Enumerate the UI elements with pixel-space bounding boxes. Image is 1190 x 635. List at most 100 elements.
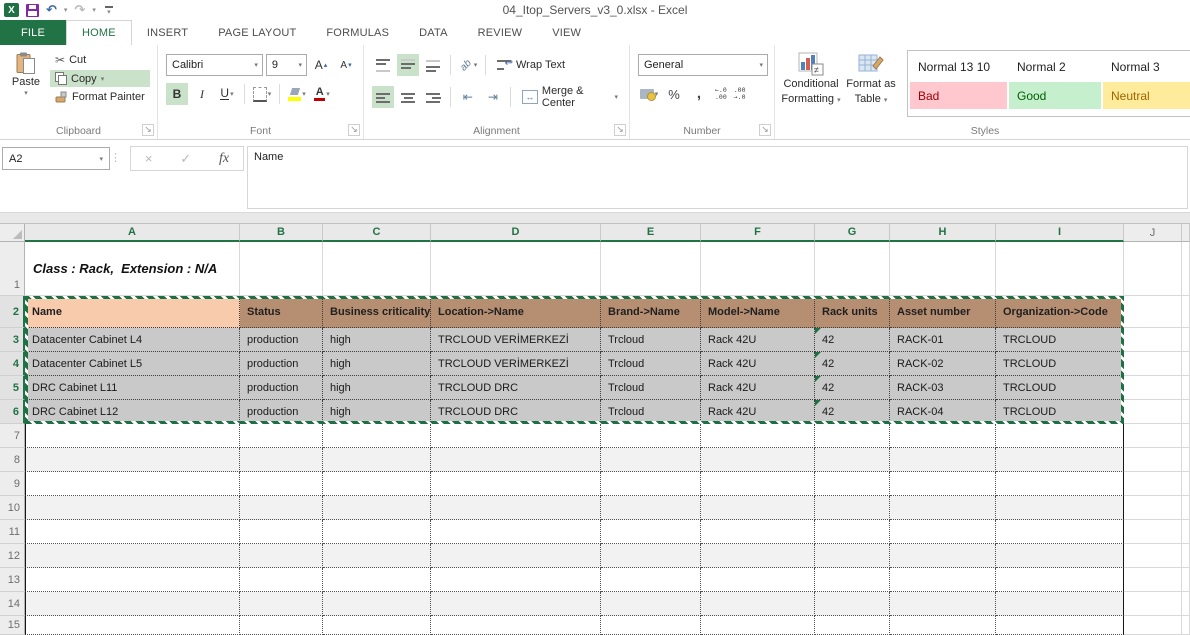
cell-F5[interactable]: Rack 42U <box>701 376 815 400</box>
cell-C5[interactable]: high <box>323 376 431 400</box>
cell-D13[interactable] <box>431 568 601 592</box>
cell-C14[interactable] <box>323 592 431 616</box>
wrap-text-button[interactable]: ↩ Wrap Text <box>492 57 570 73</box>
cell-I6[interactable]: TRCLOUD <box>996 400 1124 424</box>
cell-G6[interactable]: 42 <box>815 400 890 424</box>
cell-A13[interactable] <box>25 568 240 592</box>
row-header-6[interactable]: 6 <box>0 400 25 424</box>
cell-F14[interactable] <box>701 592 815 616</box>
cell-E1[interactable] <box>601 242 701 296</box>
cell-J6[interactable] <box>1124 400 1182 424</box>
cell-H4[interactable]: RACK-02 <box>890 352 996 376</box>
row-header-7[interactable]: 7 <box>0 424 25 448</box>
cell-B8[interactable] <box>240 448 323 472</box>
cell-J3[interactable] <box>1124 328 1182 352</box>
top-align-button[interactable] <box>372 54 394 76</box>
paste-button[interactable]: Paste ▾ <box>4 49 48 105</box>
column-header-B[interactable]: B <box>240 224 323 242</box>
row-header-1[interactable]: 1 <box>0 242 25 296</box>
cell-E14[interactable] <box>601 592 701 616</box>
clipboard-dialog-launcher-icon[interactable]: ↘ <box>142 124 154 136</box>
cell-E8[interactable] <box>601 448 701 472</box>
cell-A6[interactable]: DRC Cabinet L12 <box>25 400 240 424</box>
cancel-icon[interactable]: × <box>145 151 153 166</box>
cell-A1-class-title[interactable]: Class : Rack, Extension : N/A <box>25 242 240 296</box>
column-header-J[interactable]: J <box>1124 224 1182 242</box>
tab-file[interactable]: FILE <box>0 20 67 45</box>
cell-H5[interactable]: RACK-03 <box>890 376 996 400</box>
cell-A4[interactable]: Datacenter Cabinet L5 <box>25 352 240 376</box>
cell-F6[interactable]: Rack 42U <box>701 400 815 424</box>
tab-page-layout[interactable]: PAGE LAYOUT <box>203 20 311 45</box>
header-cell-H2[interactable]: Asset number <box>890 296 996 328</box>
cell-J5[interactable] <box>1124 376 1182 400</box>
row-header-8[interactable]: 8 <box>0 448 25 472</box>
cell-I4[interactable]: TRCLOUD <box>996 352 1124 376</box>
cell-E11[interactable] <box>601 520 701 544</box>
formula-bar-input[interactable]: Name <box>247 146 1188 209</box>
conditional-formatting-button[interactable]: ≠ Conditional Formatting ▾ <box>781 50 841 117</box>
cell-I14[interactable] <box>996 592 1124 616</box>
cell-D15[interactable] <box>431 616 601 635</box>
fill-color-button[interactable]: ▾ <box>286 83 308 105</box>
cell-A12[interactable] <box>25 544 240 568</box>
grow-font-button[interactable]: A ▴ <box>310 54 332 76</box>
cell-H8[interactable] <box>890 448 996 472</box>
increase-decimal-button[interactable]: ←.0 .00 <box>713 85 729 103</box>
cell-A11[interactable] <box>25 520 240 544</box>
enter-icon[interactable]: ✓ <box>180 151 191 167</box>
cell-H12[interactable] <box>890 544 996 568</box>
cell-A8[interactable] <box>25 448 240 472</box>
style-gallery-item[interactable]: Bad <box>910 82 1007 109</box>
cell-I10[interactable] <box>996 496 1124 520</box>
cell-H11[interactable] <box>890 520 996 544</box>
style-gallery-item[interactable]: Normal 2 <box>1009 53 1101 80</box>
tab-data[interactable]: DATA <box>404 20 463 45</box>
cell-H15[interactable] <box>890 616 996 635</box>
row-header-3[interactable]: 3 <box>0 328 25 352</box>
cell-J1[interactable] <box>1124 242 1182 296</box>
bottom-align-button[interactable] <box>422 54 444 76</box>
cell-I9[interactable] <box>996 472 1124 496</box>
cell-F10[interactable] <box>701 496 815 520</box>
cell-J11[interactable] <box>1124 520 1182 544</box>
number-format-select[interactable]: General ▾ <box>638 54 768 76</box>
cell-E5[interactable]: Trcloud <box>601 376 701 400</box>
cell-G5[interactable]: 42 <box>815 376 890 400</box>
paste-dropdown-icon[interactable]: ▾ <box>24 89 28 97</box>
tab-insert[interactable]: INSERT <box>132 20 203 45</box>
cell-I7[interactable] <box>996 424 1124 448</box>
cell-C13[interactable] <box>323 568 431 592</box>
cell-B12[interactable] <box>240 544 323 568</box>
copy-dropdown-icon[interactable]: ▾ <box>101 75 105 83</box>
cell-H6[interactable]: RACK-04 <box>890 400 996 424</box>
cell-I1[interactable] <box>996 242 1124 296</box>
cell-D4[interactable]: TRCLOUD VERİMERKEZİ <box>431 352 601 376</box>
cell-D14[interactable] <box>431 592 601 616</box>
cell-J13[interactable] <box>1124 568 1182 592</box>
row-header-11[interactable]: 11 <box>0 520 25 544</box>
percent-style-button[interactable]: % <box>663 83 685 105</box>
row-header-4[interactable]: 4 <box>0 352 25 376</box>
header-cell-I2[interactable]: Organization->Code <box>996 296 1124 328</box>
cell-E3[interactable]: Trcloud <box>601 328 701 352</box>
cell-G11[interactable] <box>815 520 890 544</box>
cell-B1[interactable] <box>240 242 323 296</box>
cell-I8[interactable] <box>996 448 1124 472</box>
merge-center-button[interactable]: ↔ Merge & Center ▾ <box>517 83 623 111</box>
cell-J15[interactable] <box>1124 616 1182 635</box>
header-cell-G2[interactable]: Rack units <box>815 296 890 328</box>
cell-G14[interactable] <box>815 592 890 616</box>
shrink-font-button[interactable]: A ▾ <box>335 54 357 76</box>
cell-A14[interactable] <box>25 592 240 616</box>
cell-I11[interactable] <box>996 520 1124 544</box>
cell-E7[interactable] <box>601 424 701 448</box>
accounting-format-button[interactable]: ▾ <box>638 83 660 105</box>
cell-E13[interactable] <box>601 568 701 592</box>
cell-E15[interactable] <box>601 616 701 635</box>
cell-I3[interactable]: TRCLOUD <box>996 328 1124 352</box>
increase-indent-button[interactable]: ⇥ <box>482 86 504 108</box>
borders-button[interactable]: ▾ <box>251 83 273 105</box>
cell-D12[interactable] <box>431 544 601 568</box>
name-box-caret-icon[interactable]: ▾ <box>99 155 109 163</box>
